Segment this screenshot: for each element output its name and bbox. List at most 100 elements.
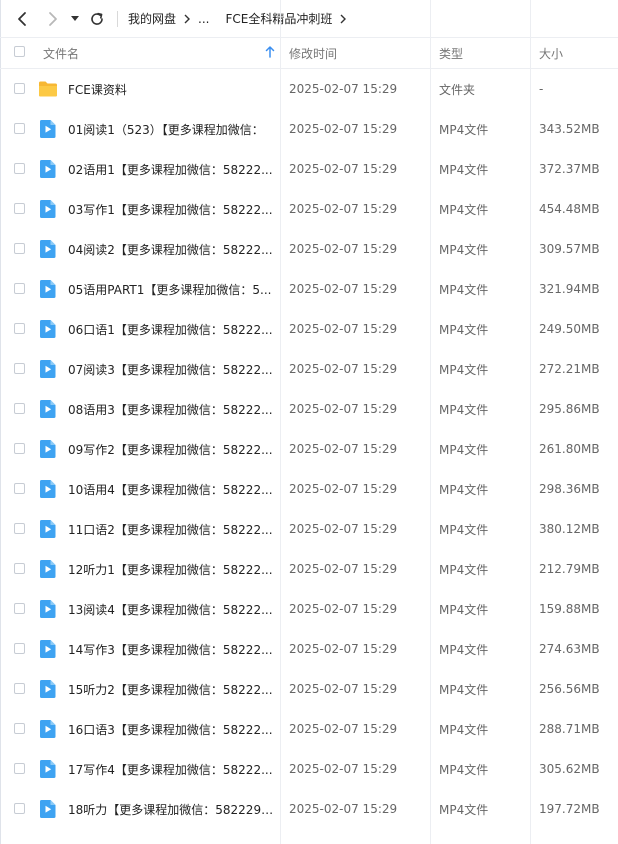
table-row[interactable]: 04阅读2【更多课程加微信：58222... 2025-02-07 15:29 MP… (0, 229, 618, 269)
table-row[interactable]: 08语用3【更多课程加微信：58222... 2025-02-07 15:29 MP… (0, 389, 618, 429)
file-name[interactable]: 12听力1【更多课程加微信：58222... (68, 549, 274, 589)
file-size: 159.88MB (539, 602, 600, 616)
file-name[interactable]: 01阅读1（523）【更多课程加微信： (68, 109, 274, 149)
row-checkbox[interactable] (14, 83, 25, 94)
file-type: MP4文件 (439, 442, 489, 457)
table-row[interactable]: 02语用1【更多课程加微信：58222... 2025-02-07 15:29 MP… (0, 149, 618, 189)
row-checkbox[interactable] (14, 283, 25, 294)
table-row[interactable]: 11口语2【更多课程加微信：58222... 2025-02-07 15:29 MP… (0, 509, 618, 549)
breadcrumb-ellipsis[interactable]: ... (198, 12, 209, 26)
forward-button[interactable] (43, 8, 63, 30)
row-checkbox[interactable] (14, 723, 25, 734)
table-row[interactable]: 18听力【更多课程加微信：582229 ... 2025-02-07 15:29 M… (0, 789, 618, 829)
table-row[interactable]: 13阅读4【更多课程加微信：58222... 2025-02-07 15:29 MP… (0, 589, 618, 629)
file-type: MP4文件 (439, 802, 489, 817)
file-size: 212.79MB (539, 562, 600, 576)
row-checkbox[interactable] (14, 803, 25, 814)
file-name[interactable]: 05语用PART1【更多课程加微信：5... (68, 269, 274, 309)
video-play-icon (38, 799, 58, 819)
history-dropdown-button[interactable] (69, 8, 81, 30)
row-checkbox[interactable] (14, 563, 25, 574)
row-checkbox[interactable] (14, 443, 25, 454)
table-row[interactable]: 06口语1【更多课程加微信：58222... 2025-02-07 15:29 MP… (0, 309, 618, 349)
row-checkbox[interactable] (14, 323, 25, 334)
file-name[interactable]: 03写作1【更多课程加微信：58222... (68, 189, 274, 229)
column-header-modified[interactable]: 修改时间 (289, 38, 337, 68)
file-name[interactable]: 10语用4【更多课程加微信：58222... (68, 469, 274, 509)
file-list-header: 文件名 修改时间 类型 大小 (0, 37, 618, 69)
file-size: 288.71MB (539, 722, 600, 736)
back-button[interactable] (12, 8, 32, 30)
column-header-name[interactable]: 文件名 (43, 38, 280, 68)
table-row[interactable]: 14写作3【更多课程加微信：58222... 2025-02-07 15:29 MP… (0, 629, 618, 669)
file-type: MP4文件 (439, 482, 489, 497)
row-checkbox[interactable] (14, 403, 25, 414)
table-row[interactable]: FCE课资料 2025-02-07 15:29 文件夹 - (0, 69, 618, 109)
file-modified: 2025-02-07 15:29 (289, 722, 398, 736)
file-name[interactable]: 18听力【更多课程加微信：582229 ... (68, 789, 274, 829)
file-type: MP4文件 (439, 322, 489, 337)
row-checkbox[interactable] (14, 163, 25, 174)
file-type: MP4文件 (439, 682, 489, 697)
file-name[interactable]: 15听力2【更多课程加微信：58222... (68, 669, 274, 709)
row-checkbox[interactable] (14, 763, 25, 774)
row-checkbox[interactable] (14, 203, 25, 214)
file-size: 274.63MB (539, 642, 600, 656)
table-row[interactable]: 16口语3【更多课程加微信：58222... 2025-02-07 15:29 MP… (0, 709, 618, 749)
breadcrumb-separator-icon (339, 14, 347, 24)
chevron-left-icon (18, 12, 26, 26)
refresh-button[interactable] (87, 8, 107, 30)
sort-arrow-up-icon[interactable] (265, 46, 275, 61)
row-checkbox[interactable] (14, 243, 25, 254)
file-name[interactable]: 04阅读2【更多课程加微信：58222... (68, 229, 274, 269)
breadcrumb-root[interactable]: 我的网盘 (128, 10, 176, 27)
file-name[interactable]: 02语用1【更多课程加微信：58222... (68, 149, 274, 189)
file-type: MP4文件 (439, 162, 489, 177)
file-modified: 2025-02-07 15:29 (289, 562, 398, 576)
file-name[interactable]: 08语用3【更多课程加微信：58222... (68, 389, 274, 429)
column-header-size[interactable]: 大小 (539, 38, 563, 68)
table-row[interactable]: 12听力1【更多课程加微信：58222... 2025-02-07 15:29 MP… (0, 549, 618, 589)
breadcrumb-current[interactable]: FCE全科精品冲刺班 (225, 10, 332, 27)
file-name[interactable]: 14写作3【更多课程加微信：58222... (68, 629, 274, 669)
file-name[interactable]: 13阅读4【更多课程加微信：58222... (68, 589, 274, 629)
file-modified: 2025-02-07 15:29 (289, 402, 398, 416)
select-all-checkbox[interactable] (14, 46, 25, 57)
file-name[interactable]: 17写作4【更多课程加微信：58222... (68, 749, 274, 789)
file-size: 256.56MB (539, 682, 600, 696)
file-modified: 2025-02-07 15:29 (289, 602, 398, 616)
file-size: 272.21MB (539, 362, 600, 376)
table-row[interactable]: 15听力2【更多课程加微信：58222... 2025-02-07 15:29 MP… (0, 669, 618, 709)
table-row[interactable]: 03写作1【更多课程加微信：58222... 2025-02-07 15:29 MP… (0, 189, 618, 229)
file-size: 197.72MB (539, 802, 600, 816)
file-size: 305.62MB (539, 762, 600, 776)
table-row[interactable]: 07阅读3【更多课程加微信：58222... 2025-02-07 15:29 MP… (0, 349, 618, 389)
row-checkbox[interactable] (14, 483, 25, 494)
table-row[interactable]: 09写作2【更多课程加微信：58222... 2025-02-07 15:29 MP… (0, 429, 618, 469)
file-name[interactable]: 11口语2【更多课程加微信：58222... (68, 509, 274, 549)
video-play-icon (38, 119, 58, 139)
file-name[interactable]: 06口语1【更多课程加微信：58222... (68, 309, 274, 349)
video-play-icon (38, 599, 58, 619)
video-play-icon (38, 519, 58, 539)
table-row[interactable]: 05语用PART1【更多课程加微信：5... 2025-02-07 15:29 MP… (0, 269, 618, 309)
file-size: 249.50MB (539, 322, 600, 336)
row-checkbox[interactable] (14, 683, 25, 694)
file-name[interactable]: 07阅读3【更多课程加微信：58222... (68, 349, 274, 389)
toolbar: 我的网盘 ... FCE全科精品冲刺班 (0, 0, 618, 37)
file-modified: 2025-02-07 15:29 (289, 242, 398, 256)
file-name[interactable]: FCE课资料 (68, 69, 274, 109)
file-name[interactable]: 09写作2【更多课程加微信：58222... (68, 429, 274, 469)
table-row[interactable]: 10语用4【更多课程加微信：58222... 2025-02-07 15:29 MP… (0, 469, 618, 509)
file-modified: 2025-02-07 15:29 (289, 482, 398, 496)
table-row[interactable]: 17写作4【更多课程加微信：58222... 2025-02-07 15:29 MP… (0, 749, 618, 789)
row-checkbox[interactable] (14, 363, 25, 374)
row-checkbox[interactable] (14, 643, 25, 654)
table-row[interactable]: 01阅读1（523）【更多课程加微信： 2025-02-07 15:29 MP4文件… (0, 109, 618, 149)
column-header-name-label: 文件名 (43, 46, 80, 61)
row-checkbox[interactable] (14, 123, 25, 134)
column-header-type[interactable]: 类型 (439, 38, 463, 68)
row-checkbox[interactable] (14, 603, 25, 614)
row-checkbox[interactable] (14, 523, 25, 534)
file-name[interactable]: 16口语3【更多课程加微信：58222... (68, 709, 274, 749)
